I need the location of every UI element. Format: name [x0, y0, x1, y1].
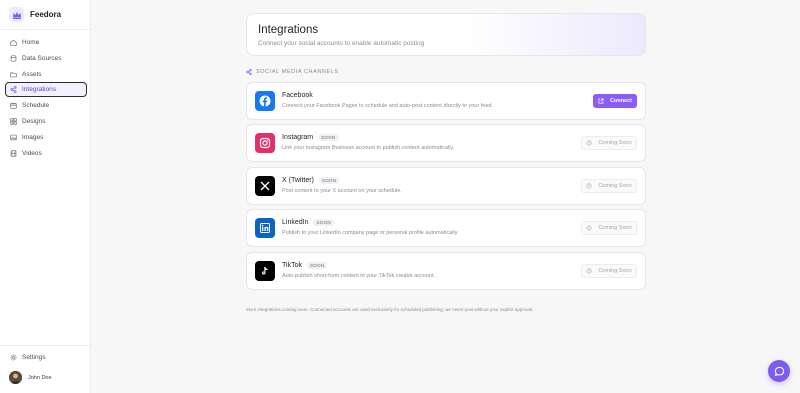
divider — [0, 29, 91, 30]
integration-name: Facebook — [282, 92, 313, 99]
integration-card-facebook: Facebook Connect your Facebook Pages to … — [246, 82, 646, 120]
clock-icon — [586, 268, 592, 274]
app-name: Feedora — [30, 10, 62, 19]
page-title: Integrations — [258, 24, 319, 36]
integration-card-linkedin: LinkedIn SOON Publish to your LinkedIn co… — [246, 209, 646, 247]
sidebar-item-designs[interactable]: Designs — [5, 114, 87, 129]
crown-logo-icon — [9, 7, 24, 22]
settings-section: Settings — [5, 350, 87, 366]
sidebar-item-schedule[interactable]: Schedule — [5, 98, 87, 113]
integration-description: Post content to your X account on your s… — [282, 188, 402, 194]
gear-icon — [10, 354, 17, 361]
integration-name: LinkedIn SOON — [282, 219, 334, 226]
coming-soon-button[interactable]: Coming Soon — [581, 136, 637, 150]
share-icon — [246, 69, 252, 75]
folder-icon — [10, 71, 17, 77]
image-icon — [10, 134, 17, 141]
integration-card-tiktok: TikTok SOON Auto-publish short-form conte… — [246, 252, 646, 290]
soon-badge: SOON — [313, 219, 334, 226]
integration-description: Auto-publish short-form content to your … — [282, 273, 436, 279]
sidebar-item-label: Schedule — [22, 102, 50, 110]
integration-name-text: Facebook — [282, 92, 313, 99]
sidebar-item-label: Integrations — [22, 86, 56, 94]
connect-button[interactable]: Connect — [593, 94, 637, 108]
page-header: Integrations Connect your social account… — [246, 13, 646, 56]
sidebar-item-label: Home — [22, 39, 40, 46]
sidebar-item-label: Assets — [22, 70, 42, 78]
integration-name: Instagram SOON — [282, 134, 339, 141]
facebook-icon — [255, 91, 275, 111]
integration-description: Connect your Facebook Pages to schedule … — [282, 103, 493, 109]
film-icon — [10, 149, 17, 157]
sidebar-item-images[interactable]: Images — [5, 130, 87, 145]
linkedin-icon — [255, 218, 275, 238]
integration-description: Link your Instagram Business account to … — [282, 145, 455, 151]
coming-soon-label: Coming Soon — [598, 225, 632, 231]
x-twitter-icon — [255, 176, 275, 196]
integration-card-instagram: Instagram SOON Link your Instagram Busine… — [246, 124, 646, 162]
user-name: John Doe — [28, 374, 52, 381]
tiktok-icon — [255, 261, 275, 281]
footer-note: More integrations coming soon. Connected… — [246, 307, 534, 312]
sidebar-nav: Home Data Sources Assets Integrations Sc… — [5, 35, 87, 161]
grid-icon — [10, 118, 17, 125]
sidebar-item-label: Images — [22, 133, 44, 141]
connect-button-label: Connect — [610, 98, 632, 104]
integration-name-text: LinkedIn — [282, 219, 309, 226]
chat-bubble-icon — [774, 366, 784, 376]
avatar — [9, 371, 22, 384]
coming-soon-label: Coming Soon — [598, 268, 632, 274]
integration-name-text: X (Twitter) — [282, 177, 314, 184]
section-label-text: SOCIAL MEDIA CHANNELS — [256, 69, 339, 75]
soon-badge: SOON — [306, 262, 328, 269]
coming-soon-button[interactable]: Coming Soon — [581, 221, 637, 235]
integration-name: X (Twitter) SOON — [282, 177, 340, 184]
sidebar-item-label: Settings — [22, 354, 46, 361]
integration-description: Publish to your LinkedIn company page or… — [282, 230, 459, 236]
home-icon — [10, 39, 17, 46]
sidebar-item-label: Data Sources — [22, 54, 62, 62]
coming-soon-label: Coming Soon — [598, 140, 632, 146]
clock-icon — [586, 225, 592, 231]
integration-name: TikTok SOON — [282, 262, 328, 269]
database-icon — [10, 55, 17, 62]
sidebar-item-settings[interactable]: Settings — [5, 350, 87, 365]
sidebar-item-integrations[interactable]: Integrations — [5, 82, 87, 98]
calendar-icon — [10, 102, 17, 109]
share-icon — [10, 86, 17, 94]
instagram-icon — [255, 133, 275, 153]
soon-badge: SOON — [318, 134, 339, 141]
integration-name-text: TikTok — [282, 262, 302, 269]
brand[interactable]: Feedora — [9, 7, 61, 22]
clock-icon — [586, 140, 592, 146]
sidebar-item-data-sources[interactable]: Data Sources — [5, 51, 87, 66]
integration-card-x-twitter: X (Twitter) SOON Post content to your X a… — [246, 167, 646, 205]
chat-button[interactable] — [768, 360, 790, 382]
sidebar-item-label: Designs — [22, 117, 46, 125]
page-subtitle: Connect your social accounts to enable a… — [258, 40, 425, 47]
coming-soon-button[interactable]: Coming Soon — [581, 264, 637, 278]
sidebar-item-home[interactable]: Home — [5, 35, 87, 50]
divider — [0, 345, 91, 346]
integration-name-text: Instagram — [282, 134, 314, 141]
coming-soon-button[interactable]: Coming Soon — [581, 179, 637, 193]
sidebar: Feedora Home Data Sources Assets Integra… — [0, 0, 91, 393]
sidebar-item-videos[interactable]: Videos — [5, 146, 87, 161]
external-link-icon — [598, 98, 604, 104]
clock-icon — [586, 183, 592, 189]
user-profile[interactable]: John Doe — [9, 371, 52, 384]
soon-badge: SOON — [318, 177, 340, 184]
section-label: SOCIAL MEDIA CHANNELS — [246, 69, 339, 75]
sidebar-item-assets[interactable]: Assets — [5, 67, 87, 82]
sidebar-item-label: Videos — [22, 149, 42, 157]
coming-soon-label: Coming Soon — [598, 183, 632, 189]
